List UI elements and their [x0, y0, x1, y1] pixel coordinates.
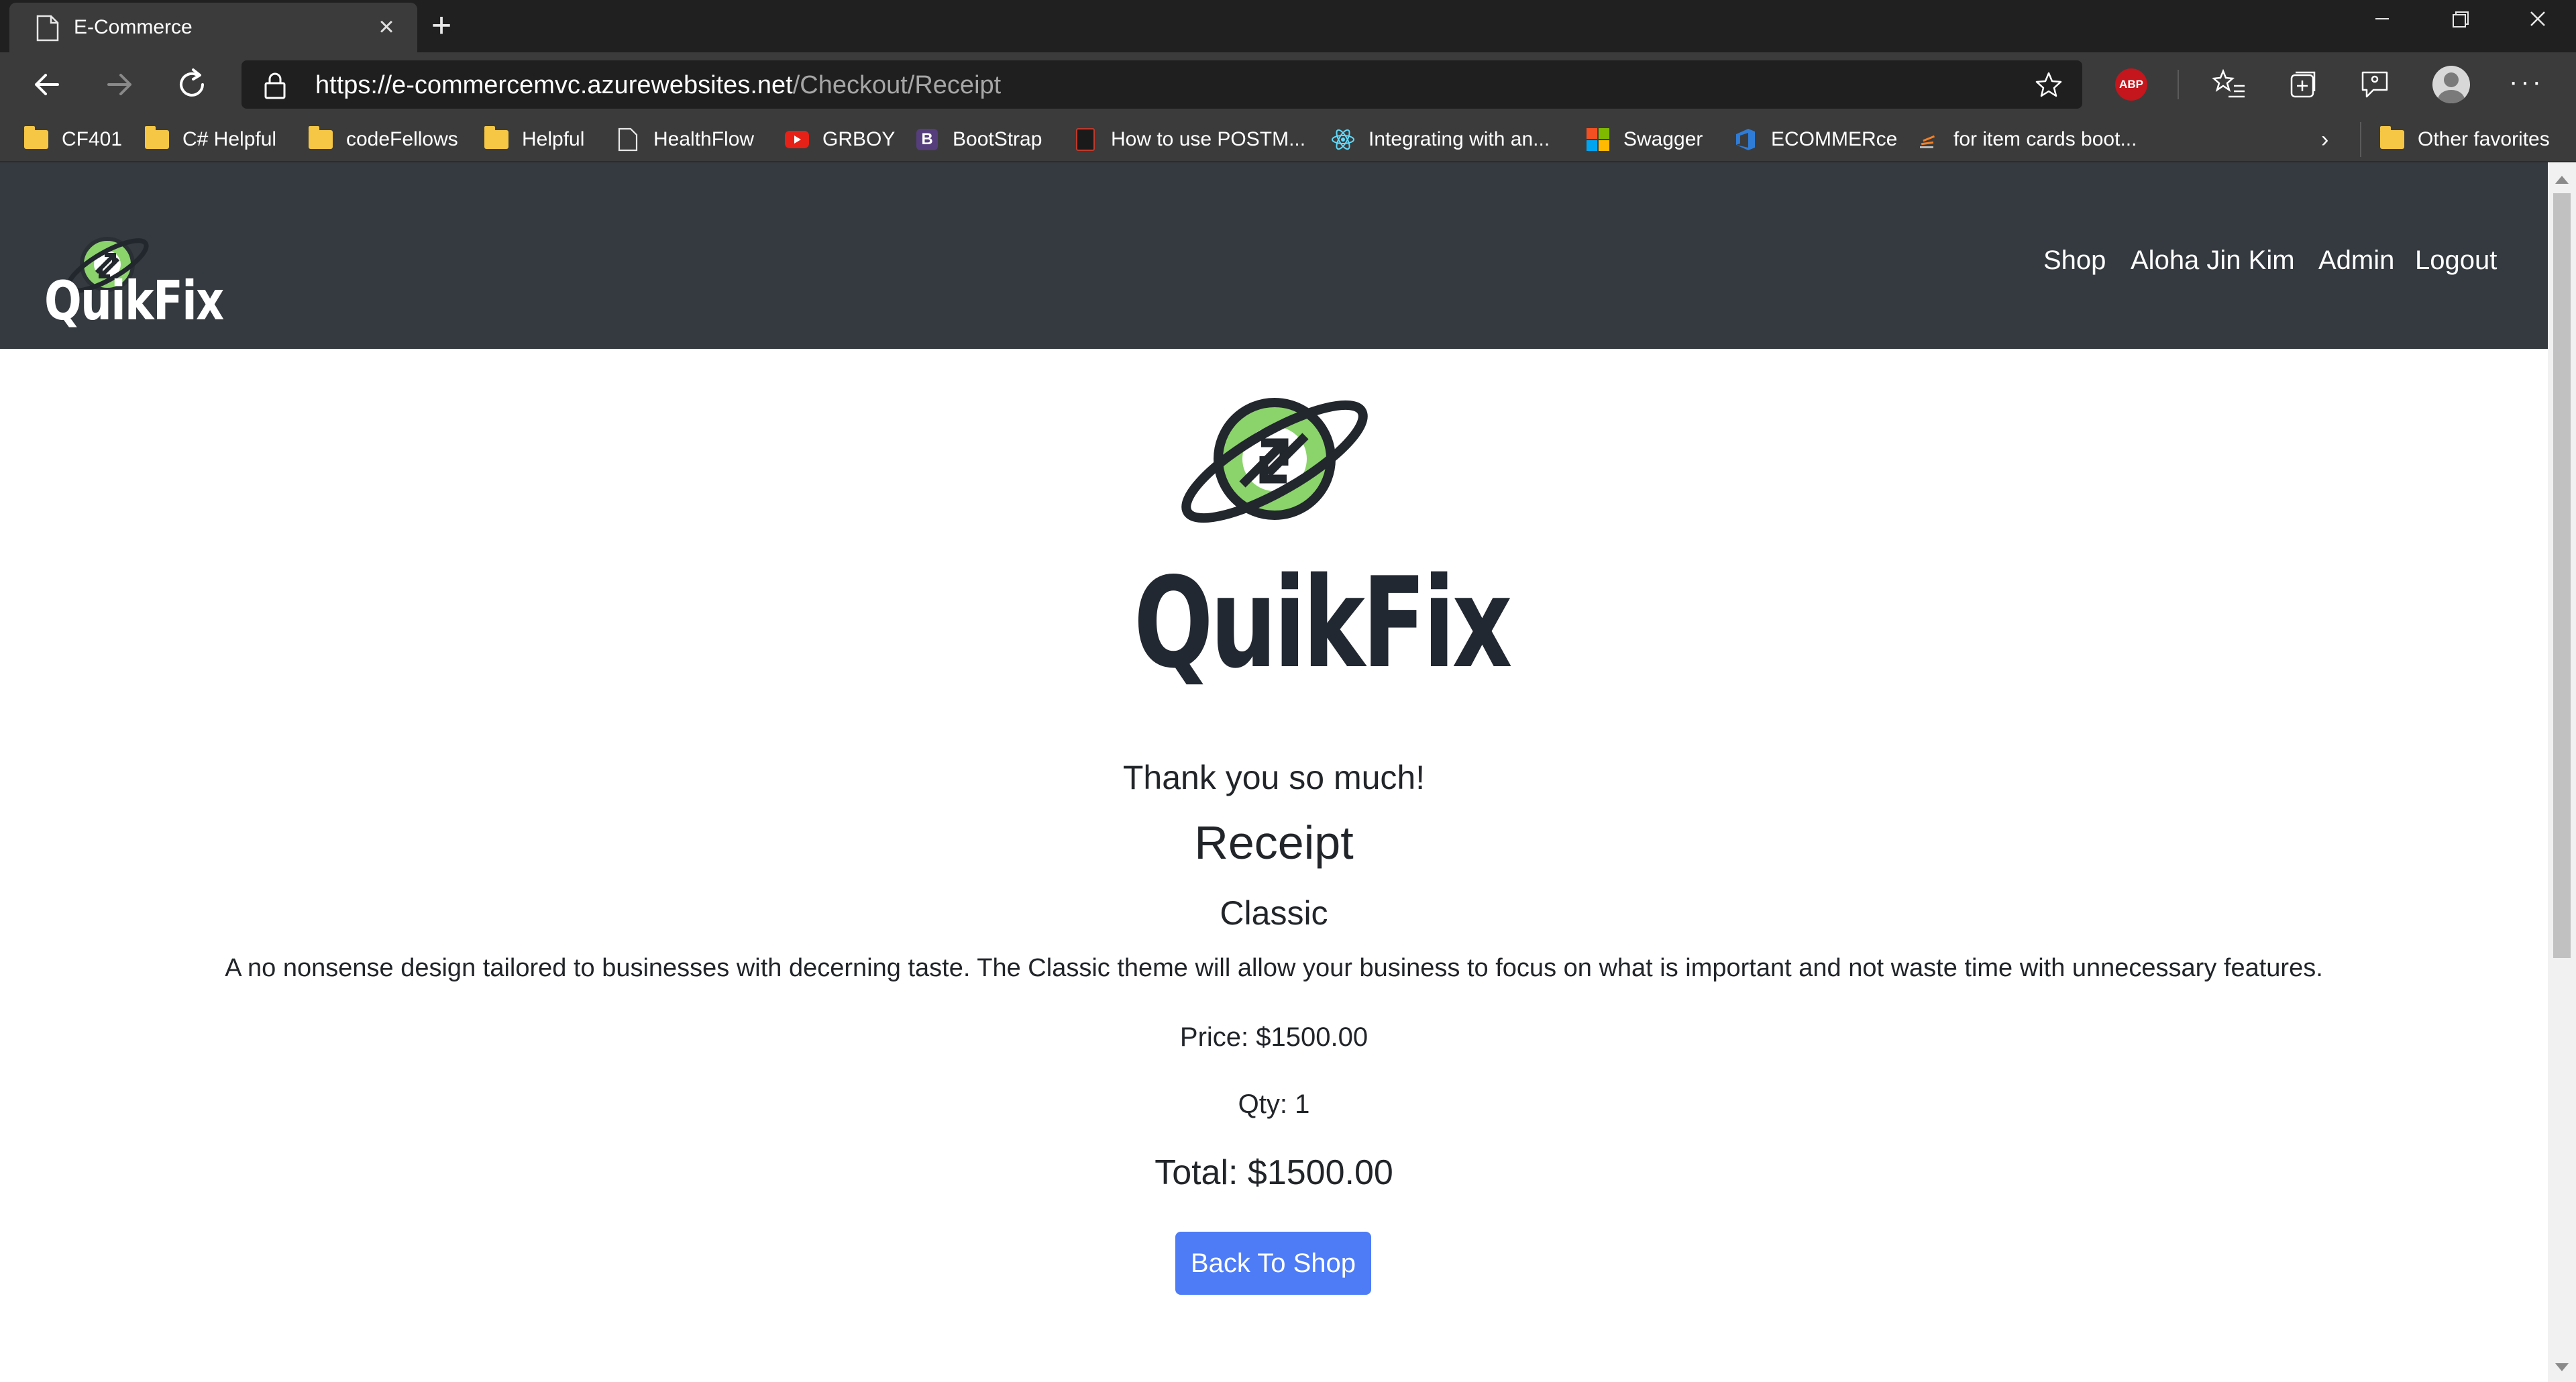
youtube-icon — [785, 131, 809, 148]
minimize-icon[interactable] — [2345, 0, 2419, 42]
browser-tab[interactable]: E-Commerce × — [9, 3, 417, 52]
page-scrollbar[interactable] — [2548, 162, 2576, 1382]
lock-icon[interactable] — [263, 72, 287, 99]
favorite-postman[interactable]: How to use POSTM... — [1073, 126, 1305, 153]
product-name: Classic — [1220, 894, 1328, 932]
nav-admin-link[interactable]: Admin — [2318, 246, 2394, 276]
nav-user-link[interactable]: Aloha Jin Kim — [2131, 246, 2295, 276]
quantity-text: Qty: 1 — [1238, 1089, 1310, 1119]
favorite-helpful[interactable]: Helpful — [484, 126, 584, 153]
favorite-csharp-helpful[interactable]: C# Helpful — [145, 126, 276, 153]
folder-icon — [484, 126, 508, 149]
favorite-cf401[interactable]: CF401 — [24, 126, 122, 153]
page-icon — [618, 127, 638, 152]
total-text: Total: $1500.00 — [1155, 1153, 1393, 1192]
more-menu-icon[interactable]: ··· — [2506, 62, 2546, 102]
url-text[interactable]: https://e-commercemvc.azurewebsites.net/… — [315, 71, 1001, 100]
close-window-icon[interactable] — [2501, 0, 2575, 42]
favorite-integrating[interactable]: Integrating with an... — [1331, 126, 1550, 153]
back-to-shop-button[interactable]: Back To Shop — [1175, 1232, 1371, 1295]
scroll-thumb[interactable] — [2553, 193, 2571, 958]
toolbar-divider — [2178, 70, 2179, 99]
react-icon — [1332, 129, 1354, 150]
browser-toolbar: https://e-commercemvc.azurewebsites.net/… — [0, 52, 2576, 117]
favorites-bar: CF401 C# Helpful codeFellows Helpful Hea… — [0, 117, 2576, 162]
thank-you-text: Thank you so much! — [1122, 759, 1426, 796]
product-description: A no nonsense design tailored to busines… — [225, 954, 2323, 982]
folder-icon — [2380, 126, 2404, 149]
tab-close-icon[interactable]: × — [372, 12, 401, 42]
collections-icon[interactable] — [2285, 67, 2320, 102]
folder-icon — [309, 126, 333, 149]
hero-brand-name: QuikFix — [1134, 550, 1513, 696]
restore-icon[interactable] — [2423, 0, 2497, 42]
url-path: /Checkout/Receipt — [792, 71, 1002, 99]
address-bar[interactable]: https://e-commercemvc.azurewebsites.net/… — [241, 60, 2082, 109]
favorites-list-icon[interactable] — [2212, 67, 2247, 102]
favorite-bootstrap[interactable]: B BootStrap — [915, 126, 1042, 153]
receipt-heading: Receipt — [1194, 816, 1354, 869]
bootstrap-icon: B — [916, 129, 938, 150]
new-tab-icon[interactable]: + — [424, 8, 459, 43]
favorite-star-icon[interactable] — [2035, 71, 2062, 98]
folder-icon — [145, 126, 169, 149]
favorites-overflow-chevron-icon[interactable]: › — [2321, 125, 2341, 154]
favorite-grboy[interactable]: GRBOY — [785, 126, 895, 153]
favorite-ecommerce[interactable]: ECOMMERce — [1733, 126, 1897, 153]
forward-icon[interactable] — [99, 64, 140, 105]
quikfix-hero-logo-icon — [1181, 398, 1368, 523]
profile-avatar[interactable] — [2432, 66, 2470, 103]
favbar-divider — [2360, 122, 2361, 157]
favorite-other-favorites[interactable]: Other favorites — [2380, 126, 2550, 153]
url-host: https://e-commercemvc.azurewebsites.net — [315, 71, 793, 99]
scroll-down-icon[interactable] — [2555, 1363, 2569, 1371]
nav-shop-link[interactable]: Shop — [2043, 246, 2106, 276]
back-icon[interactable] — [27, 64, 67, 105]
adblock-icon[interactable]: ABP — [2115, 68, 2147, 101]
microsoft-icon — [1587, 128, 1609, 151]
site-icon — [1076, 128, 1095, 151]
stackoverflow-icon — [1920, 135, 1935, 148]
azure-devops-icon — [1736, 129, 1755, 150]
refresh-icon[interactable] — [173, 64, 213, 105]
favorite-swagger[interactable]: Swagger — [1586, 126, 1703, 153]
page-icon — [36, 15, 59, 42]
site-navbar: QuikFix Shop Aloha Jin Kim Admin Logout — [0, 162, 2548, 349]
browser-tab-strip: E-Commerce × + — [0, 0, 2576, 52]
nav-logout-link[interactable]: Logout — [2415, 246, 2497, 276]
price-text: Price: $1500.00 — [1179, 1022, 1368, 1052]
brand-name: QuikFix — [44, 270, 224, 332]
favorite-healthflow[interactable]: HealthFlow — [616, 126, 754, 153]
receipt-main: QuikFix Thank you so much! Receipt Class… — [0, 349, 2548, 1382]
favorite-codefellows[interactable]: codeFellows — [309, 126, 458, 153]
tab-title: E-Commerce — [74, 16, 193, 38]
feedback-icon[interactable] — [2357, 67, 2392, 102]
folder-icon — [24, 126, 48, 149]
favorite-item-cards[interactable]: for item cards boot... — [1916, 126, 2137, 153]
scroll-up-icon[interactable] — [2555, 176, 2569, 184]
